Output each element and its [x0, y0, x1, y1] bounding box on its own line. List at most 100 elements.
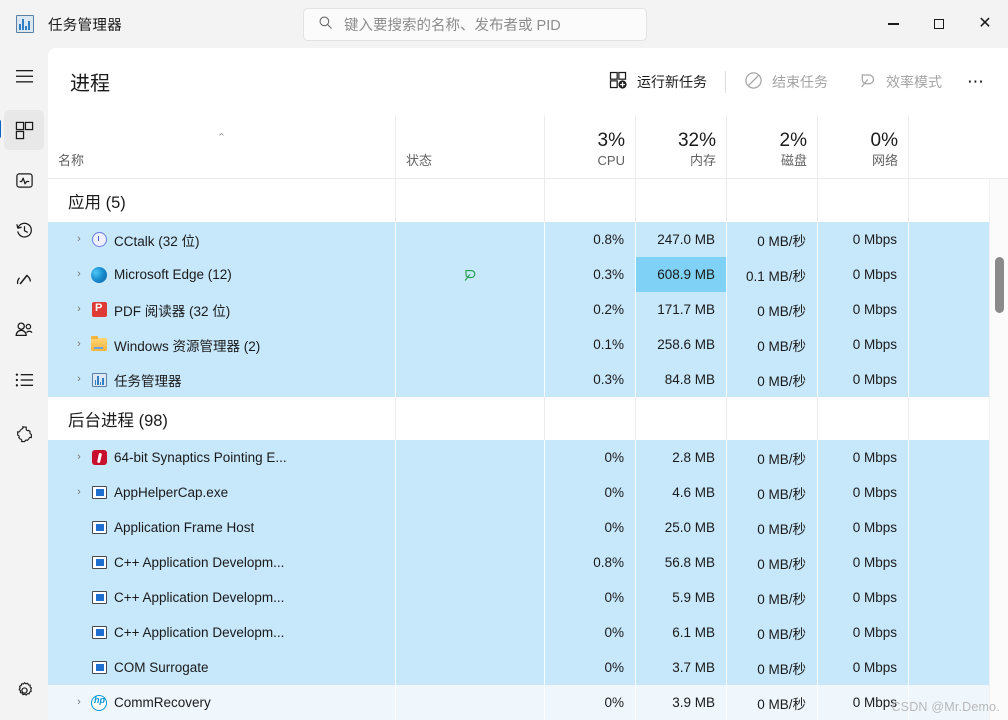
table-row[interactable]: › 任务管理器 0.3% 84.8 MB 0 MB/秒 0 Mbps: [48, 362, 989, 397]
task-manager-window: 任务管理器 键入要搜索的名称、发布者或 PID ✕ 进程 运行新任务 结束任务 …: [0, 0, 1008, 720]
cell-cpu: 0%: [545, 580, 636, 615]
group-cell-memory: [636, 397, 727, 440]
cell-status: [396, 650, 545, 685]
expand-chevron-icon[interactable]: ›: [68, 339, 90, 350]
startup-apps-icon: [16, 274, 31, 285]
group-title: 后台进程 (98): [68, 411, 168, 430]
cell-disk: 0 MB/秒: [727, 222, 818, 257]
column-network-label: 网络: [871, 153, 898, 168]
run-new-task-label: 运行新任务: [637, 73, 707, 90]
close-button[interactable]: ✕: [962, 0, 1008, 48]
table-row[interactable]: ›Application Frame Host 0%25.0 MB0 MB/秒0 …: [48, 510, 989, 545]
scrollbar-thumb[interactable]: [995, 257, 1004, 313]
end-task-label: 结束任务: [772, 73, 828, 90]
more-options-button[interactable]: ⋯: [958, 65, 994, 99]
sidebar-item-startup-apps[interactable]: [4, 260, 44, 300]
column-network-value: 0%: [870, 130, 898, 151]
task-manager-icon: [16, 15, 34, 33]
expand-chevron-icon[interactable]: ›: [68, 234, 90, 245]
expand-chevron-icon[interactable]: ›: [68, 304, 90, 315]
column-header-memory[interactable]: 32% 内存: [636, 115, 727, 178]
expand-chevron-icon[interactable]: ›: [68, 374, 90, 385]
vertical-scrollbar[interactable]: [989, 179, 1008, 720]
process-name: Windows 资源管理器 (2): [114, 338, 261, 354]
process-name: COM Surrogate: [114, 660, 209, 675]
group-cell-cpu: [545, 397, 636, 440]
cell-cpu: 0.8%: [545, 545, 636, 580]
process-name: CCtalk (32 位): [114, 233, 200, 249]
table-row[interactable]: ›C++ Application Developm... 0%5.9 MB0 MB…: [48, 580, 989, 615]
table-row[interactable]: › PDF 阅读器 (32 位) 0.2%171.7 MB0 MB/秒0 Mbps: [48, 292, 989, 327]
expand-chevron-icon[interactable]: ›: [68, 269, 90, 280]
cell-network: 0 Mbps: [818, 222, 909, 257]
end-task-button[interactable]: 结束任务: [734, 65, 838, 99]
group-cell-disk: [727, 397, 818, 440]
expand-chevron-icon[interactable]: ›: [68, 697, 90, 708]
table-row[interactable]: › Windows 资源管理器 (2) 0.1% 258.6 MB 0 MB/秒 0 Mb…: [48, 327, 989, 362]
table-row[interactable]: ›C++ Application Developm... 0%6.1 MB0 MB…: [48, 615, 989, 650]
group-cell-network: [818, 179, 909, 222]
cell-name: › Microsoft Edge (12): [48, 257, 396, 292]
cctalk-icon: [90, 231, 108, 249]
process-name: 64-bit Synaptics Pointing E...: [114, 450, 287, 465]
expand-chevron-icon[interactable]: ›: [68, 487, 90, 498]
cell-cpu: 0.3%: [545, 362, 636, 397]
cell-disk: 0.1 MB/秒: [727, 257, 818, 292]
table-row[interactable]: › CCtalk (32 位) 0.8% 247.0 MB 0 MB/秒 0 Mbps: [48, 222, 989, 257]
column-header-status[interactable]: 状态: [396, 115, 545, 178]
table-row[interactable]: › AppHelperCap.exe 0% 4.6 MB 0 MB/秒 0 Mbps: [48, 475, 989, 510]
table-row[interactable]: ›COM Surrogate 0%3.7 MB0 MB/秒0 Mbps: [48, 650, 989, 685]
column-disk-label: 磁盘: [780, 153, 807, 168]
cell-disk: 0 MB/秒: [727, 650, 818, 685]
table-row[interactable]: › Microsoft Edge (12) 0.3% 608.9 MB 0.1 MB/秒…: [48, 257, 989, 292]
hamburger-menu-button[interactable]: [4, 56, 44, 96]
process-group-header[interactable]: 应用 (5): [48, 179, 989, 222]
column-header-cpu[interactable]: 3% CPU: [545, 115, 636, 178]
gear-icon: [18, 681, 32, 696]
cell-network: 0 Mbps: [818, 292, 909, 327]
toolbar-separator: [725, 70, 726, 93]
group-cell-cpu: [545, 179, 636, 222]
cell-status: [396, 327, 545, 362]
expand-chevron-icon[interactable]: ›: [68, 452, 90, 463]
cell-memory: 3.9 MB: [636, 685, 727, 720]
sidebar-item-details[interactable]: [4, 360, 44, 400]
sidebar-item-app-history[interactable]: [4, 210, 44, 250]
sidebar-item-services[interactable]: [4, 414, 44, 454]
cell-disk: 0 MB/秒: [727, 362, 818, 397]
column-header-network[interactable]: 0% 网络: [818, 115, 909, 178]
close-icon: ✕: [978, 15, 992, 32]
efficiency-mode-label: 效率模式: [886, 73, 942, 90]
task-manager-icon: [90, 371, 108, 389]
cell-memory: 2.8 MB: [636, 440, 727, 475]
cell-name: › Windows 资源管理器 (2): [48, 327, 396, 362]
sidebar-item-settings[interactable]: [4, 670, 44, 710]
table-row[interactable]: › 64-bit Synaptics Pointing E... 0% 2.8 MB 0…: [48, 440, 989, 475]
process-group-header[interactable]: 后台进程 (98): [48, 397, 989, 440]
maximize-button[interactable]: [916, 0, 962, 48]
run-new-task-button[interactable]: 运行新任务: [599, 65, 717, 99]
cell-memory: 171.7 MB: [636, 292, 727, 327]
cell-disk: 0 MB/秒: [727, 615, 818, 650]
cell-memory: 84.8 MB: [636, 362, 727, 397]
generic-app-icon: [90, 624, 108, 642]
cell-name: › 64-bit Synaptics Pointing E...: [48, 440, 396, 475]
cell-status: [396, 580, 545, 615]
generic-app-icon: [90, 589, 108, 607]
efficiency-mode-button[interactable]: 效率模式: [848, 65, 952, 99]
hp-icon: [90, 694, 108, 712]
cell-name: ›Application Frame Host: [48, 510, 396, 545]
table-row[interactable]: ›C++ Application Developm...0.8%56.8 MB0…: [48, 545, 989, 580]
cell-status: [396, 510, 545, 545]
column-header-disk[interactable]: 2% 磁盘: [727, 115, 818, 178]
minimize-button[interactable]: [870, 0, 916, 48]
sidebar-item-users[interactable]: [4, 310, 44, 350]
table-row[interactable]: › CommRecovery 0%3.9 MB0 MB/秒0 Mbps: [48, 685, 989, 720]
column-cpu-label: CPU: [597, 153, 625, 168]
column-header-name[interactable]: ⌃ 名称: [48, 115, 396, 178]
search-input[interactable]: 键入要搜索的名称、发布者或 PID: [303, 8, 647, 41]
sidebar-item-performance[interactable]: [4, 160, 44, 200]
cell-network: 0 Mbps: [818, 510, 909, 545]
cell-disk: 0 MB/秒: [727, 440, 818, 475]
sidebar-item-processes[interactable]: [0, 110, 44, 150]
